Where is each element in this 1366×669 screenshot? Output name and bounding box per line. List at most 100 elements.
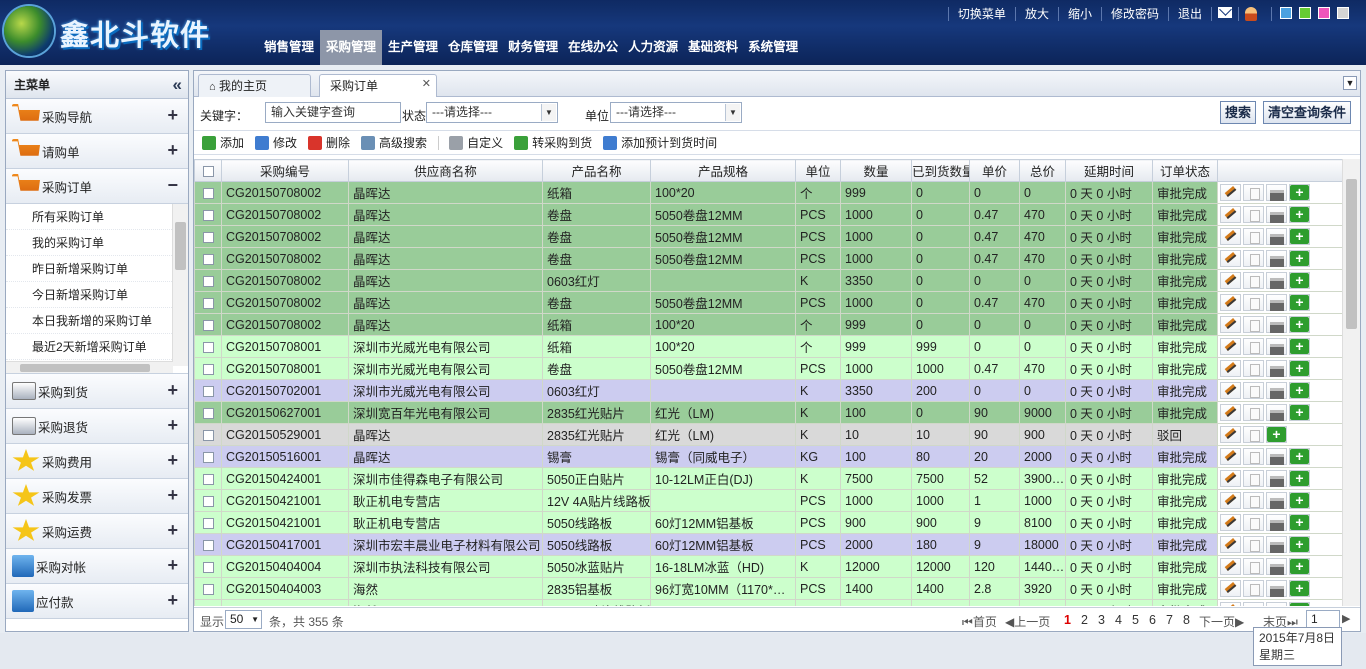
toolbar-button-3[interactable]: 高级搜索 bbox=[361, 134, 427, 151]
toolbar-button-2[interactable]: 删除 bbox=[308, 134, 350, 151]
row-checkbox[interactable] bbox=[202, 517, 214, 529]
row-checkbox[interactable] bbox=[202, 275, 214, 287]
row-checkbox[interactable] bbox=[202, 473, 214, 485]
edit-icon[interactable] bbox=[1220, 470, 1241, 487]
zoom-in-link[interactable]: 放大 bbox=[1014, 7, 1058, 21]
print-icon[interactable] bbox=[1266, 514, 1287, 531]
nav-item-4[interactable]: 财务管理 bbox=[504, 30, 562, 65]
document-icon[interactable] bbox=[1243, 272, 1264, 289]
submenu-horizontal-scrollbar[interactable] bbox=[6, 361, 173, 373]
nav-item-3[interactable]: 仓库管理 bbox=[444, 30, 502, 65]
tab-menu-chevron-icon[interactable]: ▼ bbox=[1343, 76, 1357, 90]
row-checkbox[interactable] bbox=[202, 297, 214, 309]
table-row[interactable]: CG20150708002 晶晖达 卷盘 5050卷盘12MM PCS 1000 0 0.47… bbox=[194, 291, 1342, 314]
table-row[interactable]: CG20150708002 晶晖达 纸箱 100*20 个 999 0 0 0 0 天 0 小时审… bbox=[194, 181, 1342, 204]
document-icon[interactable] bbox=[1243, 492, 1264, 509]
submenu-item-2[interactable]: 昨日新增采购订单 bbox=[6, 256, 188, 282]
document-icon[interactable] bbox=[1243, 470, 1264, 487]
row-checkbox[interactable] bbox=[202, 451, 214, 463]
toolbar-button-6[interactable]: 添加预计到货时间 bbox=[603, 134, 717, 151]
print-icon[interactable] bbox=[1266, 536, 1287, 553]
grid-scroll-thumb[interactable] bbox=[1346, 179, 1357, 329]
print-icon[interactable] bbox=[1266, 294, 1287, 311]
row-checkbox[interactable] bbox=[202, 583, 214, 595]
page-number-1[interactable]: 1 bbox=[1064, 613, 1071, 627]
add-icon[interactable] bbox=[1289, 536, 1310, 553]
edit-icon[interactable] bbox=[1220, 228, 1241, 245]
first-page-link[interactable]: ⏮首页 bbox=[962, 613, 997, 630]
add-icon[interactable] bbox=[1289, 580, 1310, 597]
nav-item-8[interactable]: 系统管理 bbox=[744, 30, 802, 65]
print-icon[interactable] bbox=[1266, 382, 1287, 399]
expand-plus-icon[interactable]: + bbox=[167, 590, 178, 611]
nav-item-7[interactable]: 基础资料 bbox=[684, 30, 742, 65]
sidebar-section-bottom-3[interactable]: 采购发票 + bbox=[6, 479, 188, 514]
document-icon[interactable] bbox=[1243, 206, 1264, 223]
table-row[interactable]: CG20150708002 晶晖达 纸箱 100*20 个 999 0 0 0 0 天 0 小时审… bbox=[194, 313, 1342, 336]
toolbar-button-4[interactable]: 自定义 bbox=[449, 134, 503, 151]
user-link[interactable] bbox=[1238, 7, 1263, 21]
edit-icon[interactable] bbox=[1220, 316, 1241, 333]
add-icon[interactable] bbox=[1289, 404, 1310, 421]
grid-vertical-scrollbar[interactable] bbox=[1342, 159, 1360, 606]
mail-link[interactable] bbox=[1211, 7, 1238, 21]
table-row[interactable]: CG20150424001 深圳市佳得森电子有限公司 5050正白贴片 10-12LM… bbox=[194, 467, 1342, 490]
print-icon[interactable] bbox=[1266, 404, 1287, 421]
sidebar-section-top-1[interactable]: 请购单 + bbox=[6, 134, 188, 169]
table-row[interactable]: CG20150708002 晶晖达 0603红灯 K 3350 0 0 0 0 天 0 小时 审批… bbox=[194, 269, 1342, 292]
print-icon[interactable] bbox=[1266, 448, 1287, 465]
toolbar-button-0[interactable]: 添加 bbox=[202, 134, 244, 151]
edit-icon[interactable] bbox=[1220, 448, 1241, 465]
add-icon[interactable] bbox=[1289, 558, 1310, 575]
expand-plus-icon[interactable]: + bbox=[167, 380, 178, 401]
edit-icon[interactable] bbox=[1220, 206, 1241, 223]
nav-item-6[interactable]: 人力资源 bbox=[624, 30, 682, 65]
sidebar-section-top-0[interactable]: 采购导航 + bbox=[6, 99, 188, 134]
nav-item-5[interactable]: 在线办公 bbox=[564, 30, 622, 65]
table-row[interactable]: CG20150417001 深圳市宏丰晨业电子材料有限公司 5050线路板 60灯12… bbox=[194, 533, 1342, 556]
document-icon[interactable] bbox=[1243, 294, 1264, 311]
document-icon[interactable] bbox=[1243, 382, 1264, 399]
page-number-3[interactable]: 3 bbox=[1098, 613, 1105, 627]
change-password-link[interactable]: 修改密码 bbox=[1100, 7, 1168, 21]
expand-plus-icon[interactable]: + bbox=[167, 555, 178, 576]
row-checkbox[interactable] bbox=[202, 341, 214, 353]
document-icon[interactable] bbox=[1243, 426, 1264, 443]
row-checkbox[interactable] bbox=[202, 495, 214, 507]
expand-plus-icon[interactable]: + bbox=[167, 450, 178, 471]
document-icon[interactable] bbox=[1243, 316, 1264, 333]
sidebar-section-top-2[interactable]: 采购订单 − bbox=[6, 169, 188, 204]
row-checkbox[interactable] bbox=[202, 561, 214, 573]
submenu-item-1[interactable]: 我的采购订单 bbox=[6, 230, 188, 256]
edit-icon[interactable] bbox=[1220, 536, 1241, 553]
add-icon[interactable] bbox=[1289, 492, 1310, 509]
add-icon[interactable] bbox=[1289, 250, 1310, 267]
expand-plus-icon[interactable]: + bbox=[167, 105, 178, 126]
page-number-8[interactable]: 8 bbox=[1183, 613, 1190, 627]
table-row[interactable]: CG20150708002 晶晖达 卷盘 5050卷盘12MM PCS 1000 0 0.47… bbox=[194, 247, 1342, 270]
document-icon[interactable] bbox=[1243, 338, 1264, 355]
row-checkbox[interactable] bbox=[202, 231, 214, 243]
logout-link[interactable]: 退出 bbox=[1167, 7, 1211, 21]
toolbar-button-1[interactable]: 修改 bbox=[255, 134, 297, 151]
add-icon[interactable] bbox=[1289, 514, 1310, 531]
edit-icon[interactable] bbox=[1220, 382, 1241, 399]
expand-plus-icon[interactable]: + bbox=[167, 485, 178, 506]
edit-icon[interactable] bbox=[1220, 294, 1241, 311]
table-row[interactable]: CG20150708001 深圳市光威光电有限公司 卷盘 5050卷盘12MM PCS 1… bbox=[194, 357, 1342, 380]
add-icon[interactable] bbox=[1289, 294, 1310, 311]
sidebar-section-bottom-2[interactable]: 采购费用 + bbox=[6, 444, 188, 479]
document-icon[interactable] bbox=[1243, 536, 1264, 553]
tab-purchase-order[interactable]: 采购订单 ✕ bbox=[319, 74, 437, 97]
table-row[interactable]: CG20150702001 深圳市光威光电有限公司 0603红灯 K 3350 200 0 0… bbox=[194, 379, 1342, 402]
document-icon[interactable] bbox=[1243, 514, 1264, 531]
submenu-item-5[interactable]: 最近2天新增采购订单 bbox=[6, 334, 188, 360]
keyword-input[interactable]: 输入关键字查询 bbox=[265, 102, 401, 123]
submenu-item-0[interactable]: 所有采购订单 bbox=[6, 204, 188, 230]
submenu-scroll-thumb[interactable] bbox=[175, 222, 186, 270]
row-checkbox[interactable] bbox=[202, 253, 214, 265]
print-icon[interactable] bbox=[1266, 316, 1287, 333]
submenu-item-4[interactable]: 本日我新增的采购订单 bbox=[6, 308, 188, 334]
skin-swatch-1[interactable] bbox=[1299, 7, 1311, 19]
page-number-7[interactable]: 7 bbox=[1166, 613, 1173, 627]
